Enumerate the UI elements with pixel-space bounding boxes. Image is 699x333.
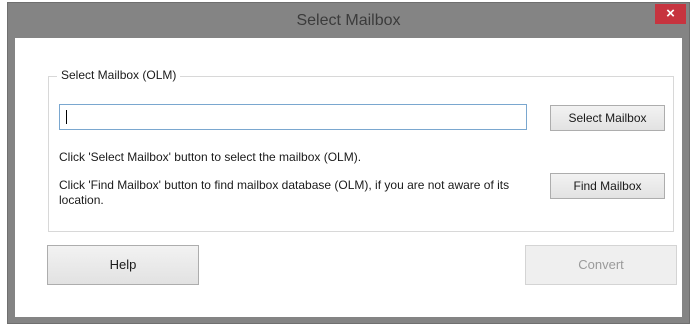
help-button[interactable]: Help: [47, 245, 199, 285]
title-bar[interactable]: Select Mailbox ×: [8, 3, 689, 38]
text-caret: [66, 110, 67, 124]
close-icon: ×: [666, 5, 675, 22]
close-button[interactable]: ×: [655, 4, 686, 24]
convert-button[interactable]: Convert: [525, 245, 677, 285]
find-mailbox-button[interactable]: Find Mailbox: [550, 173, 665, 199]
dialog-title: Select Mailbox: [296, 12, 401, 29]
select-hint-text: Click 'Select Mailbox' button to select …: [59, 150, 362, 164]
dialog-body: Select Mailbox (OLM) Select Mailbox Clic…: [15, 38, 682, 317]
select-mailbox-dialog: Select Mailbox × Select Mailbox (OLM) Se…: [7, 2, 690, 324]
mailbox-path-input[interactable]: [59, 104, 527, 130]
select-mailbox-group: Select Mailbox (OLM) Select Mailbox Clic…: [48, 68, 674, 232]
find-hint-text: Click 'Find Mailbox' button to find mail…: [59, 178, 510, 207]
select-mailbox-button[interactable]: Select Mailbox: [550, 105, 665, 131]
group-legend: Select Mailbox (OLM): [57, 68, 181, 82]
